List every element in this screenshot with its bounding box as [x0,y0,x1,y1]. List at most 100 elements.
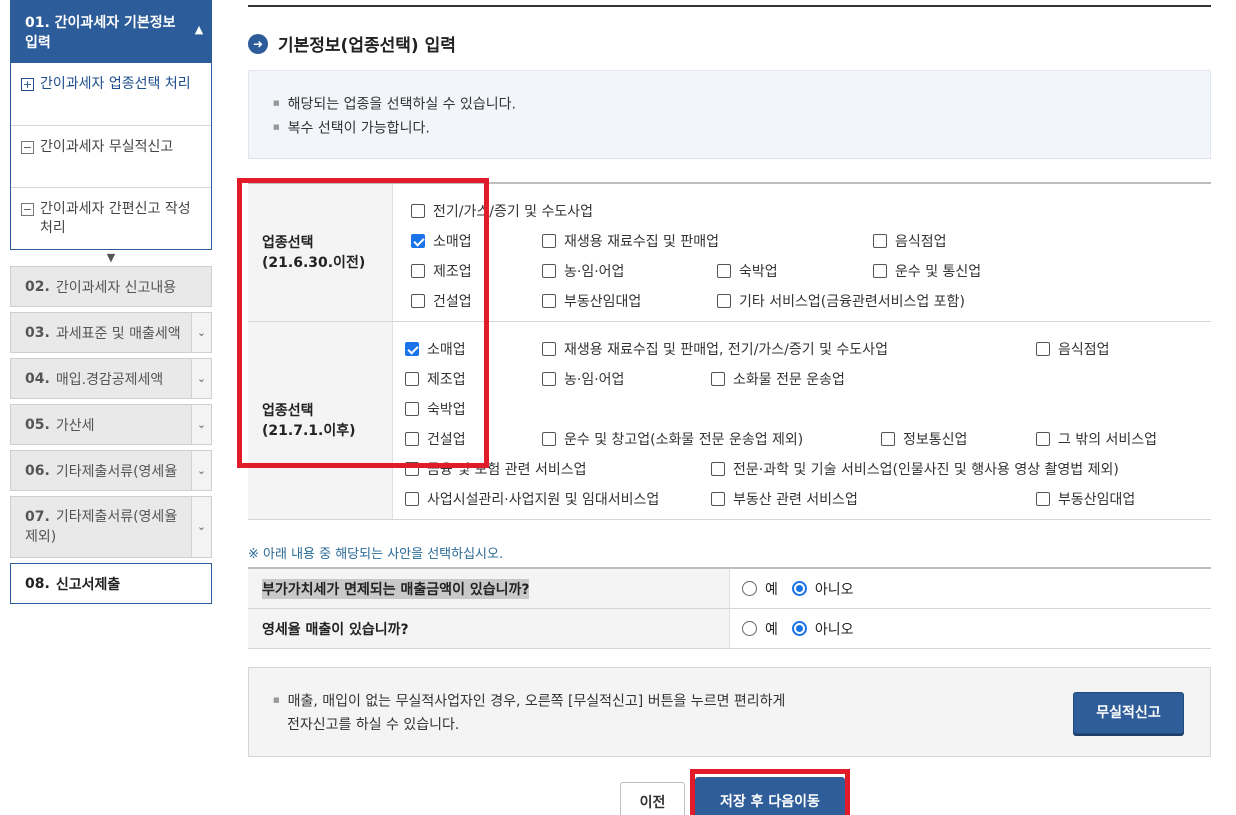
checkbox-manufacturing[interactable]: 제조업 [405,369,466,389]
checkbox-mark[interactable] [711,492,725,506]
radio-yes[interactable]: 예 [742,579,778,599]
checkbox-retail[interactable]: 소매업 [405,339,466,359]
sidebar-item-business-type[interactable]: + 간이과세자 업종선택 처리 [11,63,211,125]
checkbox-label: 운수 및 창고업(소화물 전문 운송업 제외) [564,432,804,448]
step-05[interactable]: 05. 가산세 ⌄ [10,404,212,445]
sidebar-item-label: 간이과세자 간편신고 작성 처리 [40,201,191,236]
checkbox-utility[interactable]: 전기/가스/증기 및 수도사업 [411,201,593,221]
checkbox-recycling-utility[interactable]: 재생용 재료수집 및 판매업, 전기/가스/증기 및 수도사업 [542,339,888,359]
chevron-down-icon[interactable]: ⌄ [191,359,211,398]
checkbox-mark[interactable] [411,294,425,308]
checkbox-transport-comm[interactable]: 운수 및 통신업 [873,261,981,281]
checkbox-mark[interactable] [411,264,425,278]
checkbox-mark[interactable] [405,432,419,446]
checkbox-mark[interactable] [542,264,556,278]
chevron-up-icon[interactable]: ▲ [192,23,206,37]
checkbox-professional-science[interactable]: 전문·과학 및 기술 서비스업(인물사진 및 행사용 영상 촬영법 제외) [711,459,1119,479]
prev-button[interactable]: 이전 [620,782,685,815]
checkbox-other-services[interactable]: 기타 서비스업(금융관련서비스업 포함) [717,291,965,311]
checkbox-real-estate-rental[interactable]: 부동산임대업 [1036,489,1135,509]
step-07[interactable]: 07. 기타제출서류(영세율 제외) ⌄ [10,496,212,558]
checkbox-retail[interactable]: 소매업 [411,231,472,251]
step-08[interactable]: 08. 신고서제출 [10,563,212,604]
answer-cell: 예 아니오 [730,609,1211,648]
checkbox-mark[interactable] [711,462,725,476]
checkbox-info-comm[interactable]: 정보통신업 [881,429,967,449]
checkbox-construction[interactable]: 건설업 [411,291,472,311]
sidebar-item-simple-report[interactable]: − 간이과세자 간편신고 작성 처리 [11,187,211,249]
step-01-header[interactable]: 01. 간이과세자 기본정보 입력 ▲ [11,1,211,63]
checkbox-checked-mark[interactable] [405,342,419,356]
checkbox-mark[interactable] [542,432,556,446]
checkbox-transport-warehouse[interactable]: 운수 및 창고업(소화물 전문 운송업 제외) [542,429,803,449]
minus-box-icon: − [21,203,34,216]
checkbox-label: 그 밖의 서비스업 [1058,432,1158,448]
checkbox-mark[interactable] [1036,492,1050,506]
step-06[interactable]: 06. 기타제출서류(영세율 ⌄ [10,450,212,491]
radio-circle-selected[interactable] [791,621,807,636]
checkbox-mark[interactable] [405,492,419,506]
step-03[interactable]: 03. 과세표준 및 매출세액 ⌄ [10,312,212,353]
checkbox-parcel-delivery[interactable]: 소화물 전문 운송업 [711,369,845,389]
guide-box: 해당되는 업종을 선택하실 수 있습니다. 복수 선택이 가능합니다. [248,70,1211,159]
checkbox-mark[interactable] [542,372,556,386]
chevron-down-icon[interactable]: ⌄ [191,451,211,490]
radio-no[interactable]: 아니오 [791,619,854,639]
step-group-basic-info: 01. 간이과세자 기본정보 입력 ▲ + 간이과세자 업종선택 처리 − 간이… [10,0,212,250]
save-next-button[interactable]: 저장 후 다음이동 [695,777,845,815]
radio-circle[interactable] [742,581,757,596]
checkbox-agriculture[interactable]: 농·임·어업 [542,261,624,281]
checkbox-mark[interactable] [542,234,556,248]
chevron-down-icon: ▼ [106,251,116,264]
checkbox-mark[interactable] [405,402,419,416]
radio-label: 아니오 [814,581,854,598]
checkbox-agriculture[interactable]: 농·임·어업 [542,369,624,389]
radio-circle[interactable] [742,621,757,636]
checkbox-label: 숙박업 [739,264,778,280]
checkbox-finance-insurance[interactable]: 금융 및 보험 관련 서비스업 [405,459,586,479]
checkbox-restaurant[interactable]: 음식점업 [873,231,947,251]
checkbox-other-services[interactable]: 그 밖의 서비스업 [1036,429,1157,449]
page-title-row: ➜ 기본정보(업종선택) 입력 [248,31,456,56]
chevron-down-icon[interactable]: ⌄ [191,405,211,444]
options-cell: 소매업 재생용 재료수집 및 판매업, 전기/가스/증기 및 수도사업 음식점업… [393,322,1211,519]
question-text: 영세율 매출이 있습니까? [262,621,409,638]
chevron-down-icon[interactable]: ⌄ [191,497,211,557]
checkbox-manufacturing[interactable]: 제조업 [411,261,472,281]
radio-no[interactable]: 아니오 [791,579,854,599]
checkbox-mark[interactable] [873,264,887,278]
checkbox-mark[interactable] [405,372,419,386]
step-04[interactable]: 04. 매입.경감공제세액 ⌄ [10,358,212,399]
sidebar-item-nil-report[interactable]: − 간이과세자 무실적신고 [11,125,211,187]
checkbox-real-estate-services[interactable]: 부동산 관련 서비스업 [711,489,858,509]
checkbox-mark[interactable] [542,342,556,356]
chevron-down-icon[interactable]: ⌄ [191,313,211,352]
nil-report-button[interactable]: 무실적신고 [1073,692,1184,734]
checkbox-construction[interactable]: 건설업 [405,429,466,449]
checkbox-lodging[interactable]: 숙박업 [717,261,778,281]
checkbox-lodging[interactable]: 숙박업 [405,399,466,419]
question-row-exempt-sales: 부가가치세가 면제되는 매출금액이 있습니까? 예 아니오 [248,569,1211,609]
radio-yes[interactable]: 예 [742,619,778,639]
checkbox-real-estate-rental[interactable]: 부동산임대업 [542,291,641,311]
checkbox-restaurant[interactable]: 음식점업 [1036,339,1110,359]
checkbox-mark[interactable] [1036,432,1050,446]
checkbox-mark[interactable] [405,462,419,476]
checkbox-checked-mark[interactable] [411,234,425,248]
checkbox-recycling[interactable]: 재생용 재료수집 및 판매업 [542,231,719,251]
checkbox-label: 음식점업 [1058,342,1110,358]
checkbox-mark[interactable] [411,204,425,218]
checkbox-mark[interactable] [717,264,731,278]
step-02[interactable]: 02. 간이과세자 신고내용 [10,266,212,307]
question-row-zero-rate: 영세율 매출이 있습니까? 예 아니오 [248,609,1211,649]
checkbox-mark[interactable] [1036,342,1050,356]
selection-notice: ※ 아래 내용 중 해당되는 사안을 선택하십시오. [248,547,504,562]
step-number: 04. [25,370,50,387]
checkbox-facility-management[interactable]: 사업시설관리·사업지원 및 임대서비스업 [405,489,659,509]
checkbox-mark[interactable] [717,294,731,308]
checkbox-mark[interactable] [711,372,725,386]
checkbox-mark[interactable] [873,234,887,248]
checkbox-mark[interactable] [542,294,556,308]
radio-circle-selected[interactable] [791,581,807,596]
checkbox-mark[interactable] [881,432,895,446]
